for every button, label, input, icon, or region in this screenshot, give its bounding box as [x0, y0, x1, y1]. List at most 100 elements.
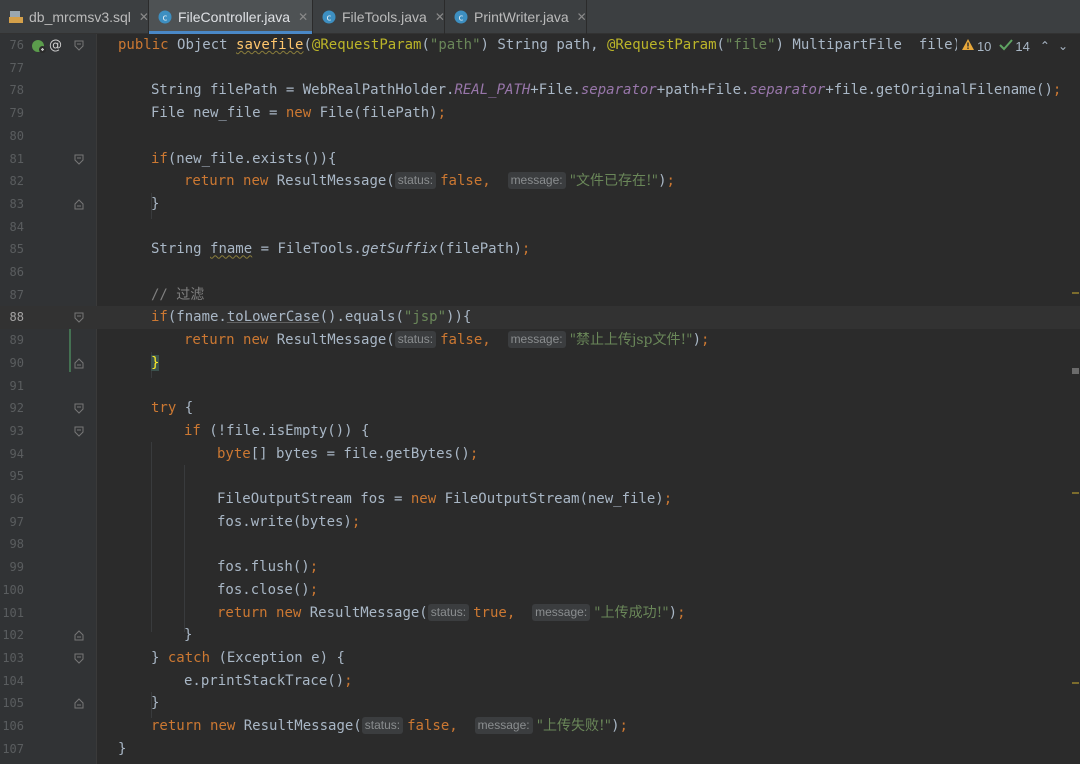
code-line: 80: [0, 125, 1080, 148]
code-line: 78 String filePath = WebRealPathHolder.R…: [0, 79, 1080, 102]
warning-marker[interactable]: [1072, 682, 1079, 684]
parameter-hint: message:: [474, 717, 533, 734]
code-line: 89 return new ResultMessage(status: false…: [0, 329, 1080, 352]
code-line-current: 88 if(fname.toLowerCase().equals("jsp"))…: [0, 306, 1080, 330]
fold-icon[interactable]: [74, 358, 84, 369]
line-number: 107: [2, 741, 24, 756]
code-line: 98: [0, 533, 1080, 556]
parameter-hint: message:: [507, 172, 566, 190]
line-number: 97: [9, 514, 24, 529]
tab-printwriter-java[interactable]: c PrintWriter.java ✕: [445, 0, 587, 34]
code-line: 90 }: [0, 352, 1080, 375]
caret-marker[interactable]: [1072, 368, 1079, 374]
code-text[interactable]: } catch (Exception e) {: [151, 647, 345, 670]
fold-icon[interactable]: [74, 40, 84, 51]
code-text[interactable]: e.printStackTrace();: [184, 670, 353, 693]
code-line: 105 }: [0, 692, 1080, 715]
line-number: 96: [9, 492, 24, 506]
code-editor[interactable]: 76 @ public Object savefile(@RequestPara…: [0, 34, 1080, 764]
code-text[interactable]: fos.close();: [217, 579, 318, 602]
fold-icon[interactable]: [74, 312, 84, 324]
code-text[interactable]: File new_file = new File(filePath);: [151, 102, 446, 125]
line-number: 81: [9, 151, 24, 166]
code-text[interactable]: String filePath = WebRealPathHolder.REAL…: [151, 79, 1061, 102]
code-line: 79 File new_file = new File(filePath);: [0, 102, 1080, 125]
code-line: 101 return new ResultMessage(status: true…: [0, 602, 1080, 625]
line-number: 91: [9, 378, 24, 393]
line-number: 92: [9, 401, 24, 416]
close-icon[interactable]: ✕: [139, 10, 149, 24]
check-icon: [999, 38, 1014, 54]
code-text[interactable]: return new ResultMessage(status: false, m…: [184, 329, 709, 352]
code-line: 103 } catch (Exception e) {: [0, 647, 1080, 670]
chevron-down-icon[interactable]: ⌄: [1058, 39, 1068, 53]
code-line: 77: [0, 57, 1080, 80]
code-text[interactable]: byte[] bytes = file.getBytes();: [217, 443, 478, 466]
chevron-up-icon[interactable]: ⌃: [1040, 39, 1050, 53]
request-mapping-icon[interactable]: @: [49, 38, 65, 54]
fold-icon[interactable]: [74, 403, 84, 414]
fold-icon[interactable]: [74, 698, 84, 709]
code-line: 86: [0, 261, 1080, 284]
error-stripe[interactable]: [1072, 34, 1080, 764]
code-text[interactable]: fos.write(bytes);: [217, 511, 360, 534]
code-line: 84: [0, 216, 1080, 239]
line-number: 78: [9, 83, 24, 98]
code-line: 91: [0, 375, 1080, 398]
line-number: 94: [9, 446, 24, 461]
matched-brace: }: [151, 354, 160, 371]
code-text[interactable]: }: [151, 352, 160, 375]
warning-marker[interactable]: [1072, 492, 1079, 494]
code-text[interactable]: }: [118, 738, 126, 761]
code-text[interactable]: String fname = FileTools.getSuffix(fileP…: [151, 238, 530, 261]
tab-filetools-java[interactable]: c FileTools.java ✕: [313, 0, 445, 34]
code-text[interactable]: try {: [151, 397, 193, 420]
code-text[interactable]: return new ResultMessage(status: true, me…: [217, 602, 686, 625]
line-number: 104: [2, 673, 24, 688]
code-line: 85 String fname = FileTools.getSuffix(fi…: [0, 238, 1080, 261]
code-text[interactable]: if(fname.toLowerCase().equals("jsp")){: [151, 306, 471, 329]
line-number: 87: [9, 287, 24, 302]
code-comment[interactable]: // 过滤: [151, 284, 204, 307]
tab-label: PrintWriter.java: [474, 9, 569, 25]
code-line: 107 }: [0, 738, 1080, 761]
code-line: 96 FileOutputStream fos = new FileOutput…: [0, 488, 1080, 511]
code-text[interactable]: }: [184, 624, 192, 647]
fold-icon[interactable]: [74, 630, 84, 641]
close-icon[interactable]: ✕: [577, 10, 587, 24]
line-number: 79: [9, 106, 24, 121]
spring-bean-icon[interactable]: [31, 38, 47, 54]
code-text[interactable]: return new ResultMessage(status: false, m…: [184, 170, 675, 193]
warning-marker[interactable]: [1072, 292, 1079, 294]
svg-text:c: c: [163, 14, 168, 24]
fold-icon[interactable]: [74, 653, 84, 664]
line-number: 93: [9, 423, 24, 438]
fold-icon[interactable]: [74, 199, 84, 210]
warning-icon: [961, 38, 975, 54]
line-number: 84: [9, 219, 24, 234]
code-line: 81 if(new_file.exists()){: [0, 148, 1080, 171]
inspection-widget[interactable]: 10 14 ⌃ ⌄: [956, 38, 1070, 54]
code-text[interactable]: }: [151, 193, 159, 216]
code-text[interactable]: FileOutputStream fos = new FileOutputStr…: [217, 488, 672, 511]
parameter-hint: status:: [394, 331, 437, 349]
code-text[interactable]: }: [151, 692, 159, 715]
code-text[interactable]: public Object savefile(@RequestParam("pa…: [118, 34, 969, 57]
code-text[interactable]: if (!file.isEmpty()) {: [184, 420, 369, 443]
code-text[interactable]: fos.flush();: [217, 556, 318, 579]
code-line: 100 fos.close();: [0, 579, 1080, 602]
line-number: 77: [9, 60, 24, 75]
line-number: 106: [2, 719, 24, 733]
line-number: 76: [9, 38, 24, 52]
tab-filecontroller-java[interactable]: c FileController.java ✕: [149, 0, 313, 34]
tab-db-mrcmsv3-sql[interactable]: db_mrcmsv3.sql ✕: [0, 0, 149, 34]
parameter-hint: message:: [532, 603, 591, 621]
line-number: 88: [9, 310, 24, 325]
close-icon[interactable]: ✕: [298, 10, 308, 24]
fold-icon[interactable]: [74, 426, 84, 437]
fold-icon[interactable]: [74, 154, 84, 165]
code-text[interactable]: if(new_file.exists()){: [151, 148, 336, 171]
close-icon[interactable]: ✕: [435, 10, 445, 24]
tab-label: FileController.java: [178, 9, 291, 25]
code-text[interactable]: return new ResultMessage(status: false, m…: [151, 715, 628, 738]
